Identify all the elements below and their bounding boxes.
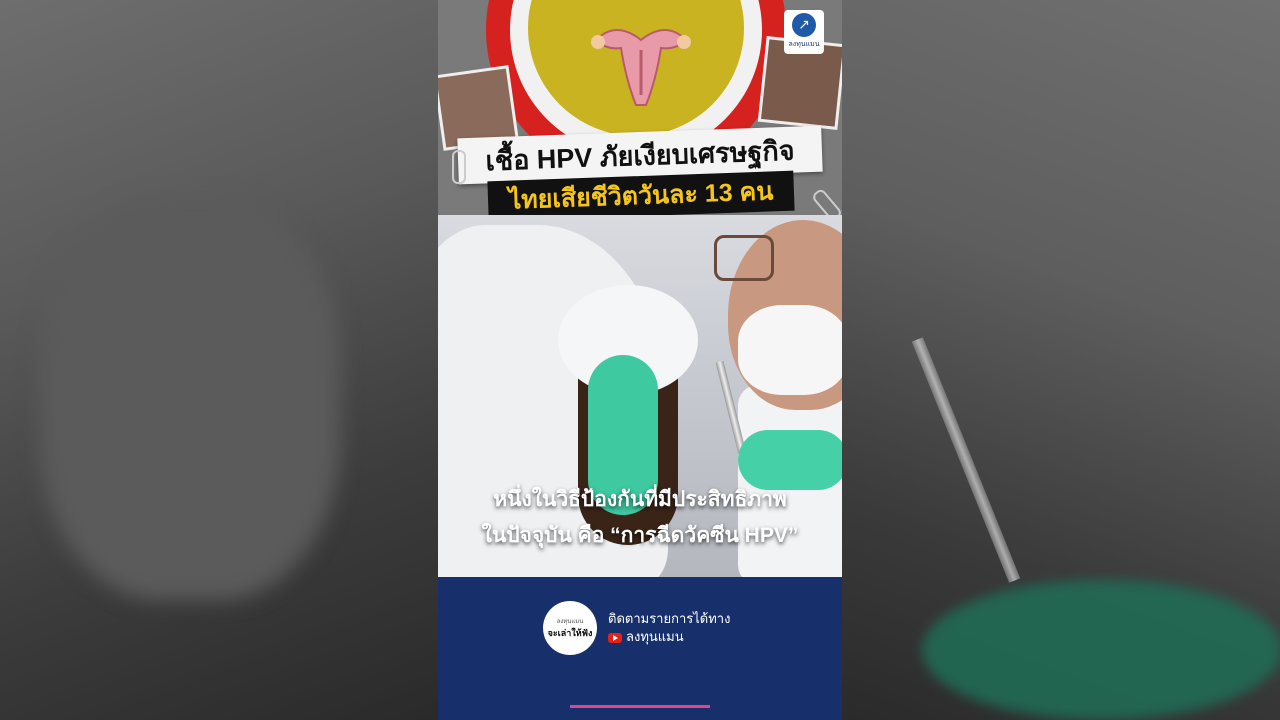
caption-line-2: ในปัจจุบัน คือ “การฉีดวัคซีน HPV” (481, 524, 799, 547)
blurred-glove (922, 580, 1280, 720)
badge-small-text: ลงทุนแมน (556, 618, 584, 625)
progress-bar (570, 705, 710, 708)
caption: หนึ่งในวิธีป้องกันที่มีประสิทธิภาพ ในปัจ… (438, 482, 842, 554)
chart-icon: ↗ (792, 13, 816, 37)
logo-text: ลงทุนแมน (788, 40, 820, 48)
footer-banner: ลงทุนแมน จะเล่าให้ฟัง ติดตามรายการได้ทาง… (438, 577, 842, 720)
blurred-background-left (0, 0, 438, 720)
short-video-frame[interactable]: ↗ ลงทุนแมน เชื้อ HPV ภัยเงียบเศรษฐกิจ ไท… (438, 0, 842, 720)
paperclip-icon (452, 150, 466, 184)
channel-name: ลงทุนแมน (626, 629, 684, 644)
program-badge[interactable]: ลงทุนแมน จะเล่าให้ฟัง (543, 601, 597, 655)
follow-info: ติดตามรายการได้ทาง ลงทุนแมน (608, 610, 730, 646)
glasses (714, 235, 774, 281)
blurred-background-right (842, 0, 1280, 720)
blurred-arm (40, 200, 340, 600)
follow-text: ติดตามรายการได้ทาง (608, 611, 731, 626)
caption-line-1: หนึ่งในวิธีป้องกันที่มีประสิทธิภาพ (493, 488, 787, 511)
green-glove-right (738, 430, 842, 490)
youtube-channel[interactable]: ลงทุนแมน (608, 628, 730, 646)
channel-logo[interactable]: ↗ ลงทุนแมน (784, 10, 824, 54)
badge-title: จะเล่าให้ฟัง (547, 629, 593, 639)
face-mask (738, 305, 842, 395)
uterus-illustration (591, 29, 691, 106)
youtube-icon (608, 632, 622, 643)
